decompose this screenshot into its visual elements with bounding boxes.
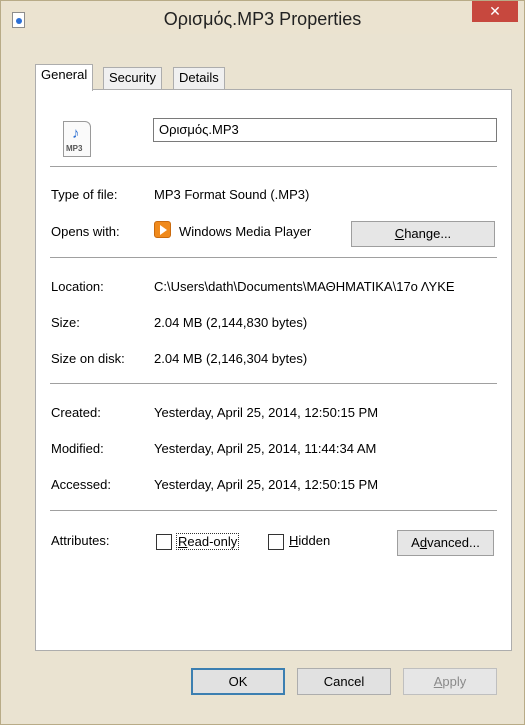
title-bar[interactable]: Ορισμός.MP3 Properties ✕ [1,1,524,34]
tab-security[interactable]: Security [103,67,162,89]
windows-media-player-icon [154,221,171,238]
advanced-button[interactable]: Advanced... [397,530,494,556]
location-label: Location: [51,279,104,294]
type-of-file-value: MP3 Format Sound (.MP3) [154,187,310,202]
divider [50,383,497,384]
properties-window: Ορισμός.MP3 Properties ✕ General Securit… [0,0,525,725]
opens-with-value: Windows Media Player [179,224,312,239]
tab-general[interactable]: General [35,64,94,91]
advanced-post: vanced... [427,535,480,550]
created-label: Created: [51,405,101,420]
mp3-file-icon: ♪ MP3 [63,121,91,157]
close-button[interactable]: ✕ [472,1,518,22]
apply-button-text: pply [442,674,467,689]
size-on-disk-label: Size on disk: [51,351,125,366]
location-value: C:\Users\dath\Documents\ΜΑΘΗΜΑΤΙΚΑ\17ο Λ… [154,279,455,294]
modified-label: Modified: [51,441,104,456]
music-note-icon: ♪ [72,125,80,142]
size-on-disk-value: 2.04 MB (2,146,304 bytes) [154,351,308,366]
readonly-checkbox[interactable] [156,534,172,550]
change-button[interactable]: Change... [351,221,495,247]
general-panel: ♪ MP3 Ορισμός.MP3 Type of file: MP3 Form… [35,89,512,651]
size-label: Size: [51,315,80,330]
modified-value: Yesterday, April 25, 2014, 11:44:34 AM [154,441,377,456]
size-value: 2.04 MB (2,144,830 bytes) [154,315,308,330]
window-title: Ορισμός.MP3 Properties [163,9,362,29]
advanced-accel: d [419,535,428,550]
hidden-label-text: idden [298,533,331,548]
file-icon-label: MP3 [66,144,83,153]
change-button-label: hange... [404,226,452,241]
readonly-label-text: ead-only [187,534,238,549]
hidden-label[interactable]: Hidden [289,533,330,548]
ok-button[interactable]: OK [191,668,285,695]
opens-with-label: Opens with: [51,224,120,239]
divider [50,257,497,258]
advanced-pre: A [411,535,420,550]
accessed-value: Yesterday, April 25, 2014, 12:50:15 PM [154,477,379,492]
file-name-input[interactable]: Ορισμός.MP3 [153,118,497,142]
type-of-file-label: Type of file: [51,187,118,202]
accessed-label: Accessed: [51,477,111,492]
cancel-button[interactable]: Cancel [297,668,391,695]
apply-button[interactable]: Apply [403,668,497,695]
divider [50,510,497,511]
created-value: Yesterday, April 25, 2014, 12:50:15 PM [154,405,379,420]
hidden-checkbox[interactable] [268,534,284,550]
attributes-label: Attributes: [51,533,110,548]
readonly-label[interactable]: Read-only [176,533,240,550]
divider [50,166,497,167]
tab-details[interactable]: Details [173,67,225,89]
